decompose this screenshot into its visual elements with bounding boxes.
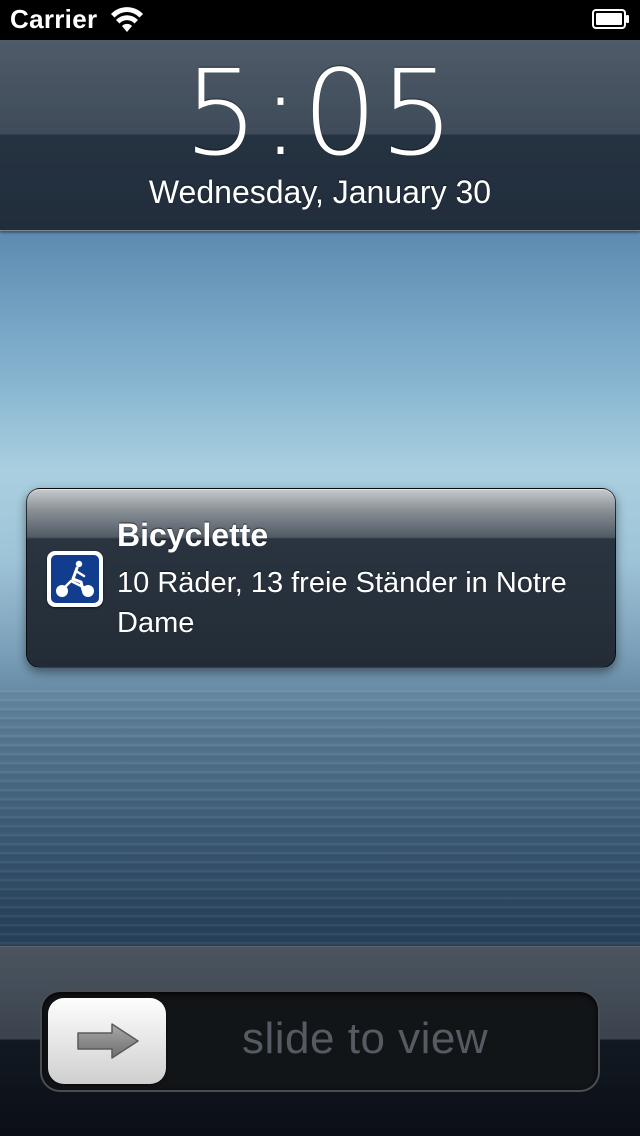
battery-icon — [592, 9, 629, 29]
wallpaper-water — [0, 690, 640, 950]
wifi-icon — [111, 7, 143, 32]
bicycle-app-icon — [47, 551, 103, 607]
unlock-slider-track[interactable]: slide to view — [40, 990, 600, 1092]
clock-time: 5:05 — [183, 44, 457, 182]
unlock-slider-label: slide to view — [242, 1014, 489, 1063]
unlock-bar: slide to view — [0, 946, 640, 1136]
notification-title: Bicyclette — [117, 517, 269, 553]
notification-banner[interactable]: Bicyclette 10 Räder, 13 freie Ständer in… — [26, 488, 616, 668]
notification-message: 10 Räder, 13 freie Ständer in Notre Dame — [117, 567, 567, 639]
clock-date: Wednesday, January 30 — [148, 174, 492, 210]
clock-panel: 5:05 Wednesday, January 30 — [0, 40, 640, 231]
carrier-label: Carrier — [10, 4, 98, 34]
status-bar: Carrier — [0, 0, 640, 40]
arrow-right-icon — [77, 1023, 139, 1059]
bicycle-icon — [56, 560, 94, 597]
unlock-slider-knob[interactable] — [48, 998, 166, 1084]
